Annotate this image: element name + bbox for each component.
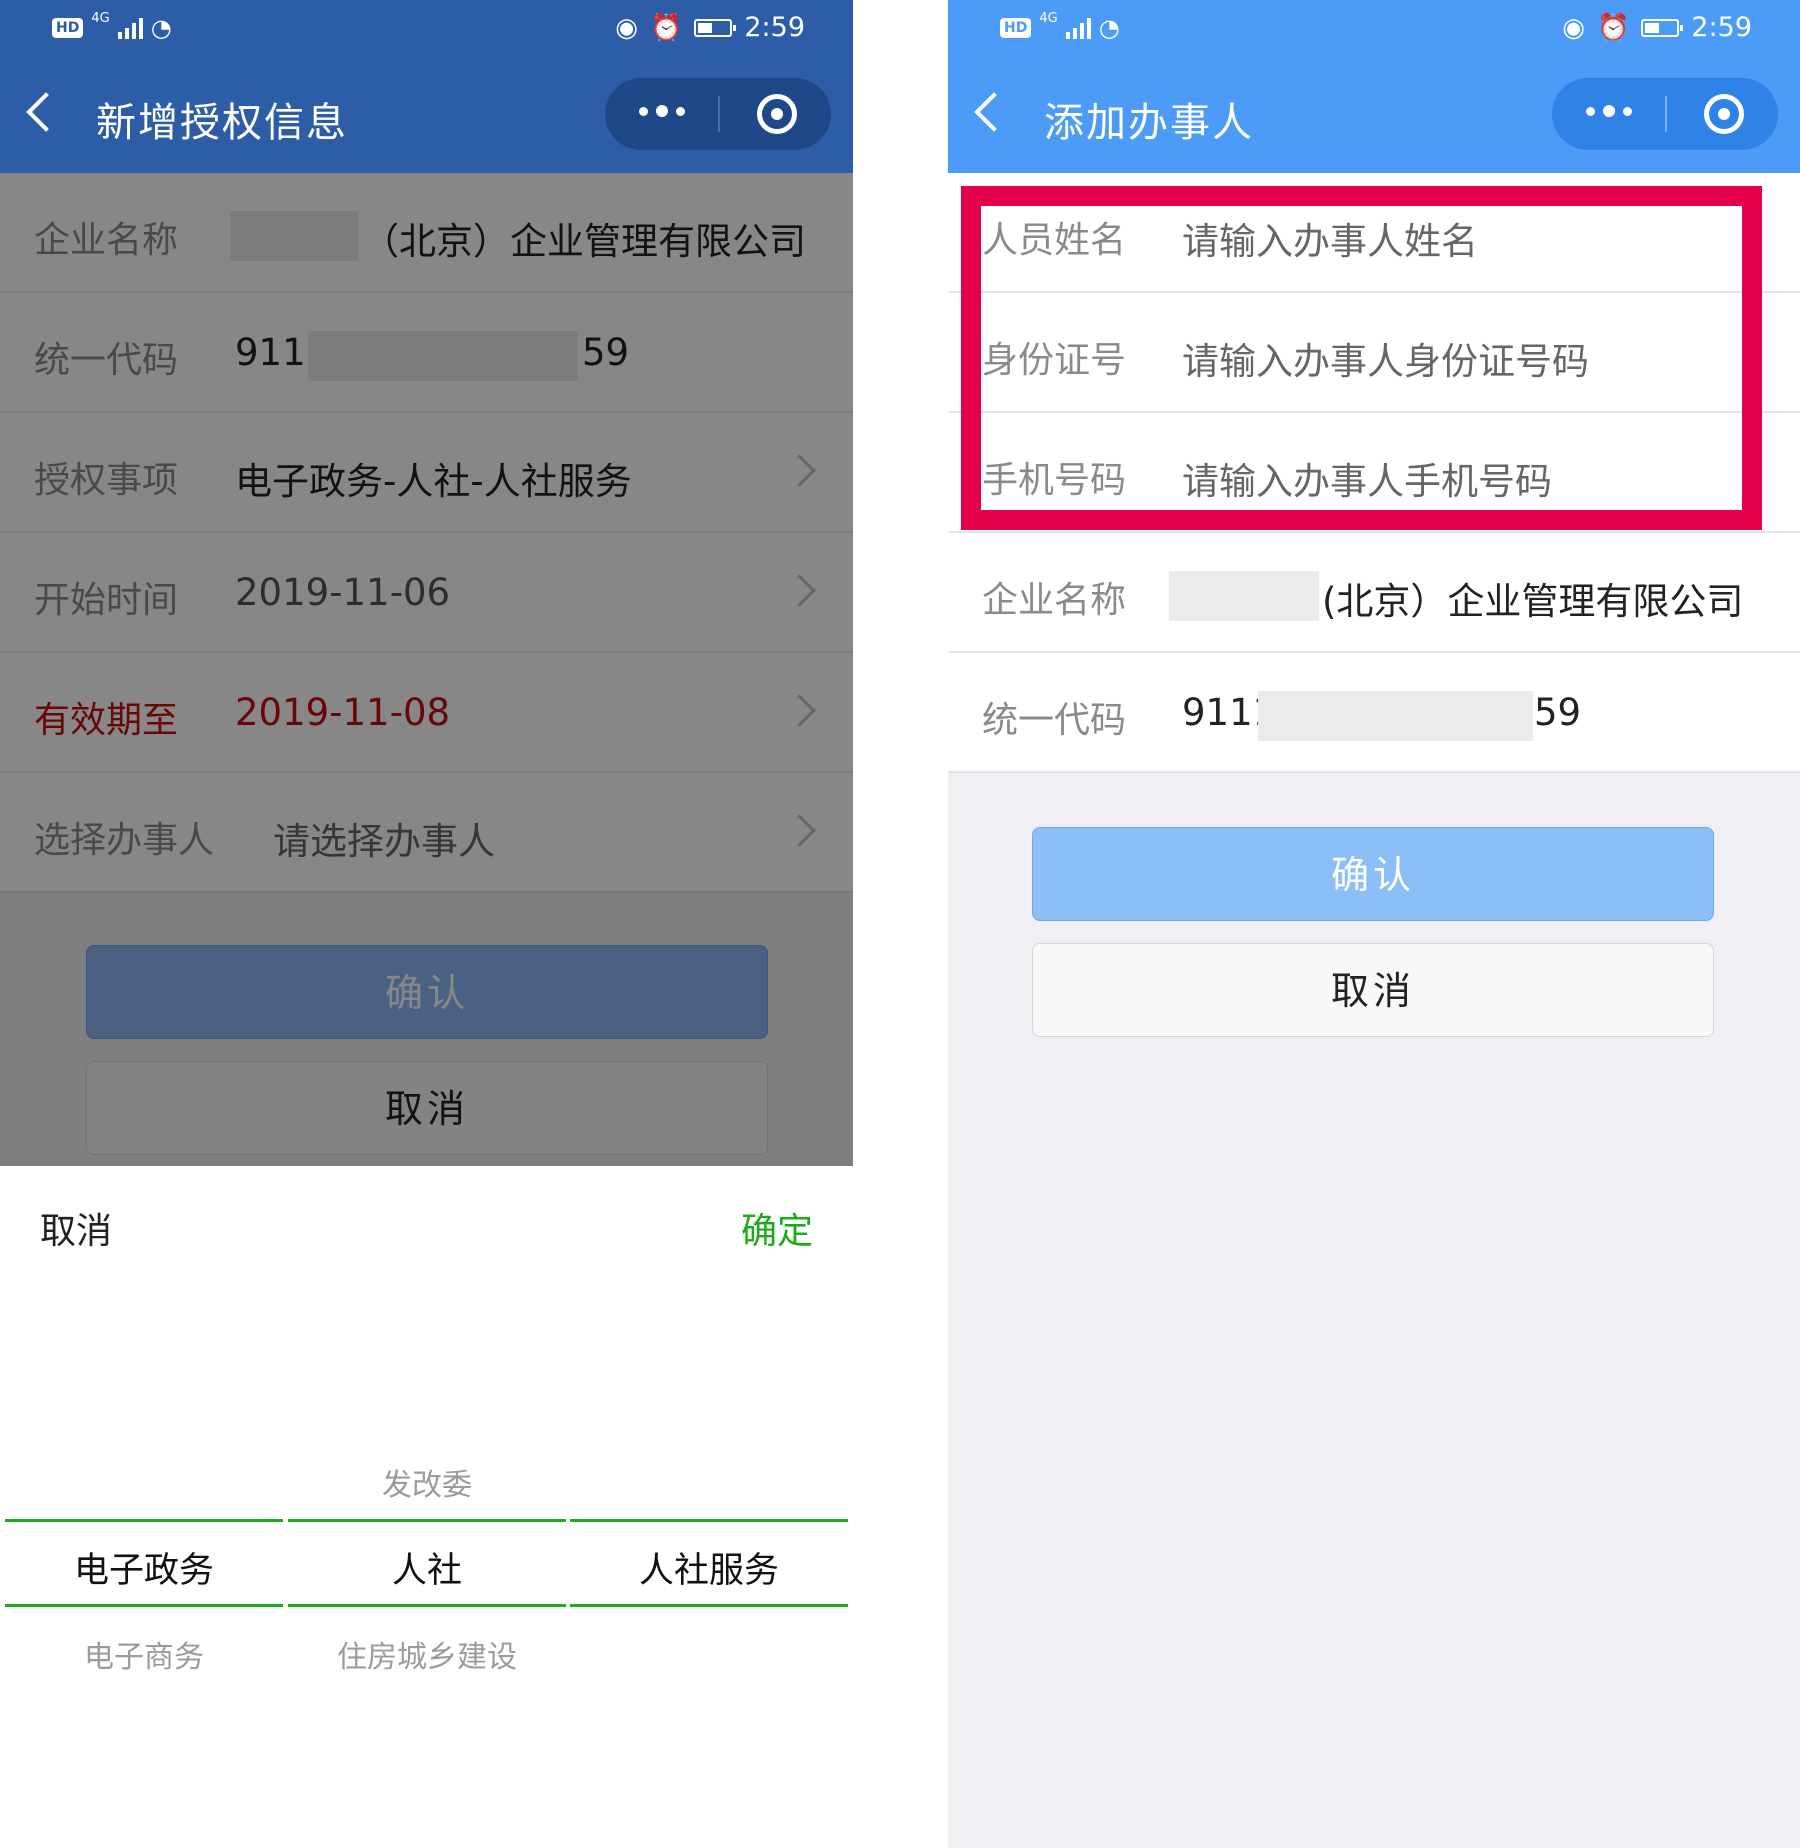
menu-capsule <box>1552 78 1778 150</box>
capsule-divider <box>718 96 720 132</box>
picker-option[interactable]: 电子商务 <box>5 1632 283 1676</box>
company-name-value: (北京）企业管理有限公司 <box>1322 580 1744 623</box>
picker-indicator-bottom <box>570 1604 848 1607</box>
status-bar: HD 4G ◔ ◉ ⏰ 2:59 <box>0 0 853 60</box>
picker-confirm-button[interactable]: 确定 <box>741 1202 813 1254</box>
capsule-divider <box>1665 96 1667 132</box>
picker-option[interactable]: 住房城乡建设 <box>288 1632 566 1676</box>
left-screen: HD 4G ◔ ◉ ⏰ 2:59 新增授权信息 企业名称 （北京）企业管理有限公… <box>0 0 853 1848</box>
status-right: ◉ ⏰ 2:59 <box>1562 12 1752 43</box>
more-icon[interactable] <box>1586 105 1632 117</box>
hd-icon: HD <box>1000 18 1032 38</box>
nav-bar: 新增授权信息 <box>0 60 853 173</box>
page-title: 添加办事人 <box>1044 100 1254 146</box>
back-icon[interactable] <box>26 92 66 132</box>
signal-icon <box>1065 17 1091 39</box>
row-label: 统一代码 <box>982 700 1127 741</box>
picker-indicator-top <box>5 1519 283 1522</box>
redacted-block <box>1258 691 1533 741</box>
network-type: 4G <box>91 10 110 26</box>
row-label: 企业名称 <box>982 580 1127 621</box>
company-name-row: 企业名称 (北京）企业管理有限公司 <box>948 533 1800 653</box>
nav-bar: 添加办事人 <box>948 60 1800 173</box>
close-miniprogram-icon[interactable] <box>1704 94 1744 134</box>
picker-indicator-bottom <box>288 1604 566 1607</box>
more-icon[interactable] <box>639 105 685 117</box>
battery-icon <box>1641 18 1684 37</box>
alarm-icon: ⏰ <box>649 12 683 43</box>
close-miniprogram-icon[interactable] <box>757 94 797 134</box>
unified-code-row: 统一代码 9111 59 <box>948 653 1800 773</box>
status-time: 2:59 <box>744 12 805 43</box>
status-right: ◉ ⏰ 2:59 <box>615 12 805 43</box>
back-icon[interactable] <box>974 92 1014 132</box>
confirm-button[interactable]: 确认 <box>1032 827 1714 921</box>
modal-overlay[interactable] <box>0 173 853 1166</box>
picker-selected-option[interactable]: 电子政务 <box>5 1542 283 1593</box>
battery-icon <box>694 18 737 37</box>
picker-indicator-bottom <box>5 1604 283 1607</box>
hd-icon: HD <box>52 18 84 38</box>
status-time: 2:59 <box>1691 12 1752 43</box>
picker-selected-option[interactable]: 人社服务 <box>570 1542 848 1593</box>
eye-icon: ◉ <box>1562 12 1585 43</box>
picker-indicator-top <box>288 1519 566 1522</box>
highlight-box <box>961 186 1762 530</box>
alarm-icon: ⏰ <box>1596 12 1630 43</box>
status-bar: HD 4G ◔ ◉ ⏰ 2:59 <box>948 0 1800 60</box>
wifi-icon: ◔ <box>150 14 172 42</box>
network-type: 4G <box>1039 10 1058 26</box>
signal-icon <box>117 17 143 39</box>
status-left: HD 4G ◔ <box>52 10 172 42</box>
unified-code-suffix: 59 <box>1534 691 1582 734</box>
picker-sheet: 取消 确定 发改委 电子政务 人社 人社服务 电子商务 住房城乡建设 <box>0 1166 853 1848</box>
status-left: HD 4G ◔ <box>1000 10 1120 42</box>
cancel-button[interactable]: 取消 <box>1032 943 1714 1037</box>
eye-icon: ◉ <box>615 12 638 43</box>
picker-option[interactable]: 发改委 <box>288 1460 566 1504</box>
picker-indicator-top <box>570 1519 848 1522</box>
menu-capsule <box>605 78 831 150</box>
right-screen: HD 4G ◔ ◉ ⏰ 2:59 添加办事人 人员姓名 请输入办事人姓名 身份证… <box>948 0 1800 1848</box>
wifi-icon: ◔ <box>1098 14 1120 42</box>
picker-cancel-button[interactable]: 取消 <box>40 1202 112 1254</box>
page-title: 新增授权信息 <box>96 100 348 146</box>
picker-selected-option[interactable]: 人社 <box>288 1542 566 1593</box>
redacted-block <box>1169 571 1319 621</box>
